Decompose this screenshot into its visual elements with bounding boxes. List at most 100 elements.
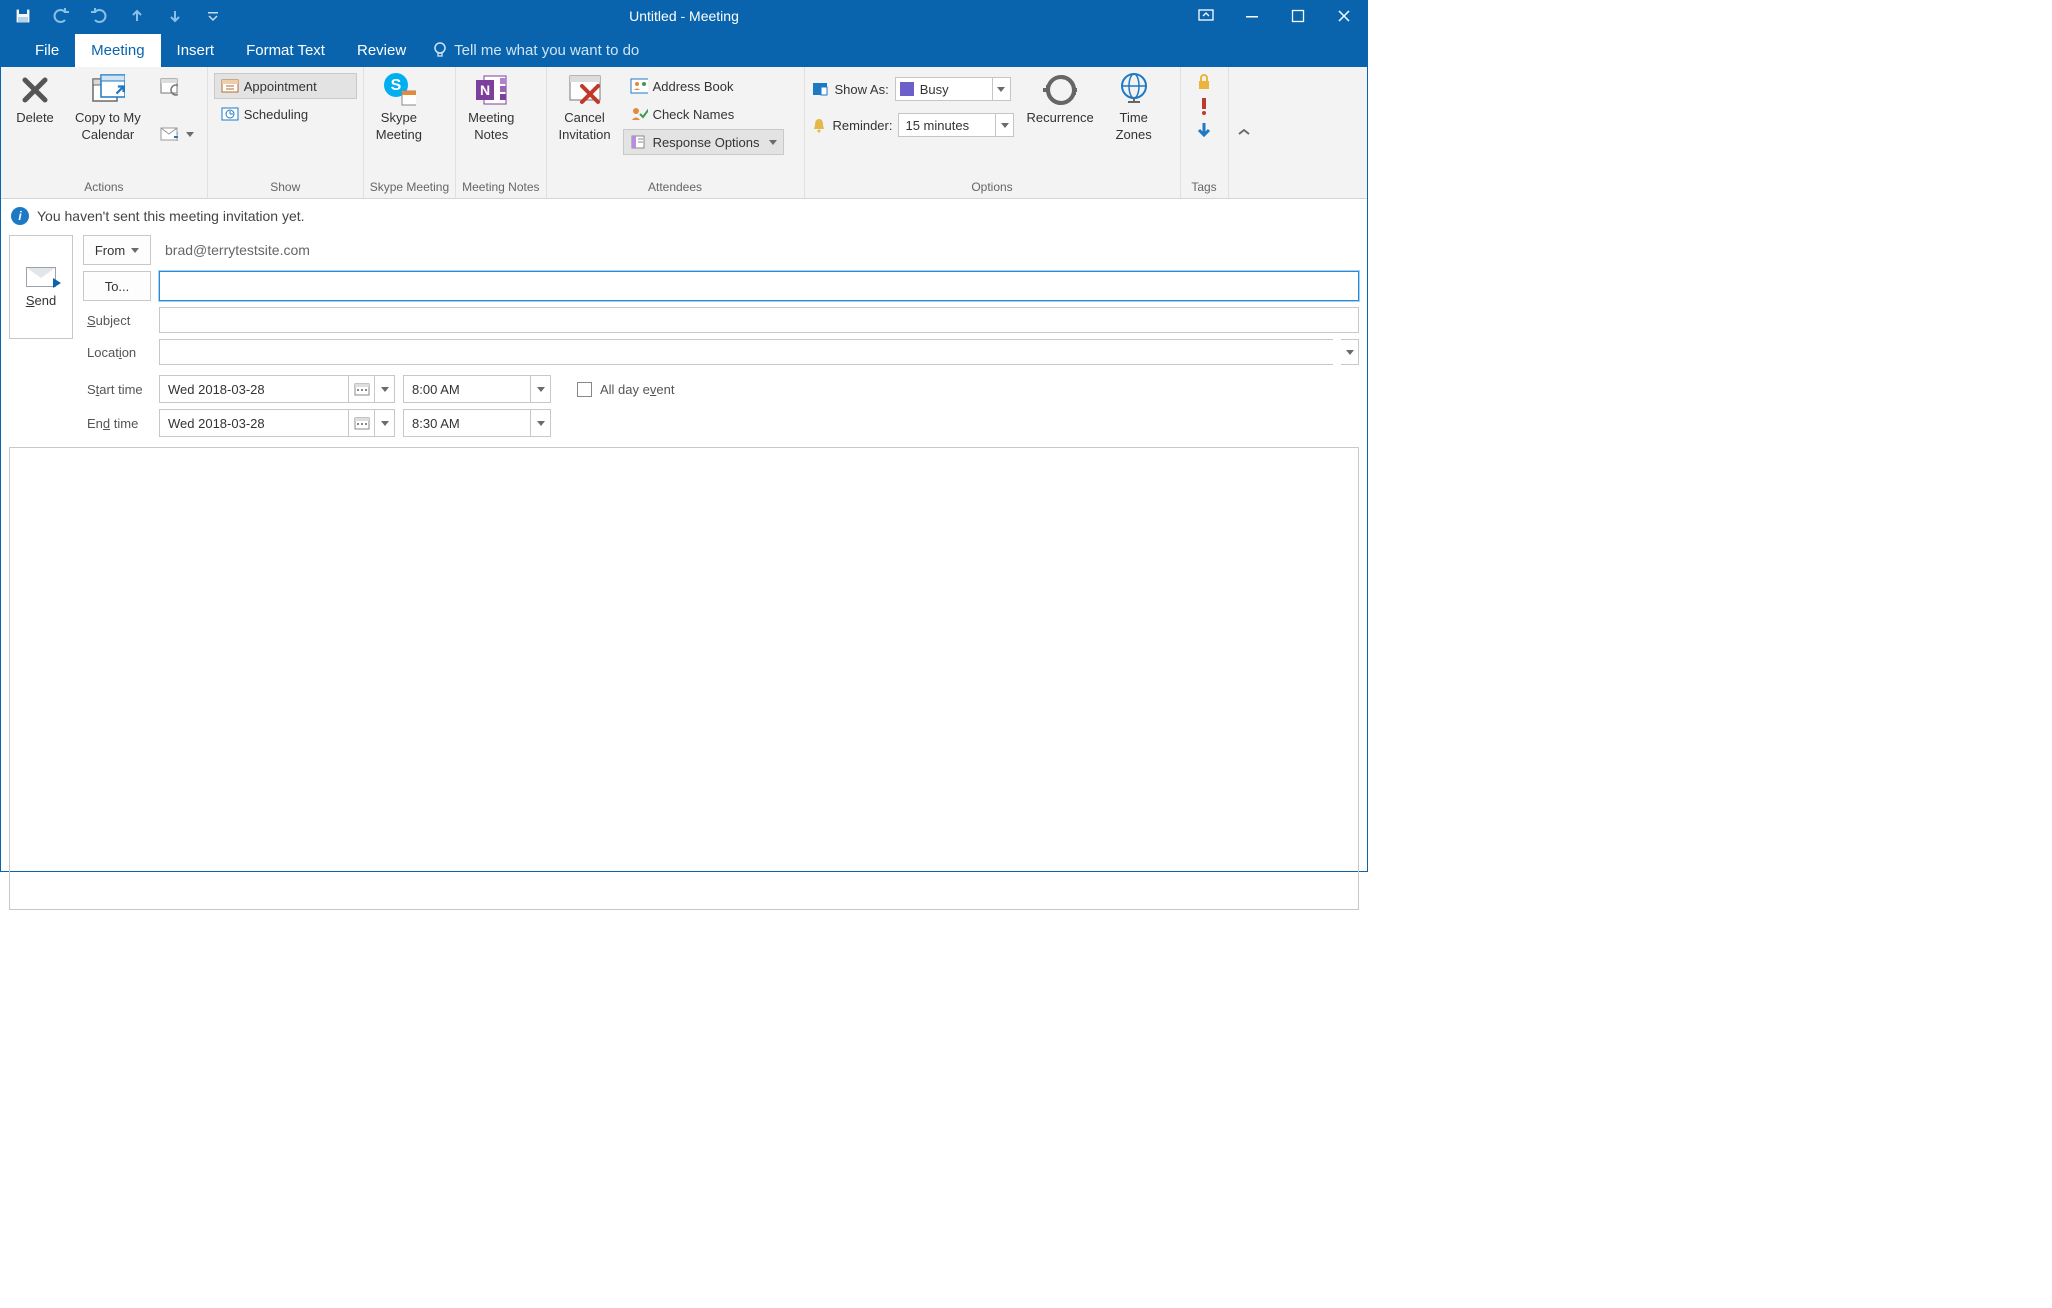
start-time-label: Start time: [83, 382, 151, 397]
show-as-dropdown[interactable]: Busy: [895, 77, 1011, 101]
ribbon-tabs: File Meeting Insert Format Text Review T…: [1, 31, 1367, 67]
check-names-icon: [630, 105, 648, 123]
time-zones-button[interactable]: Time Zones: [1106, 71, 1162, 145]
calendar-copy-icon: [91, 73, 125, 107]
reminder-label: Reminder:: [833, 118, 893, 133]
tab-format-text[interactable]: Format Text: [230, 34, 341, 67]
location-label: Location: [83, 345, 151, 360]
lightbulb-icon: [432, 41, 448, 59]
delete-button[interactable]: Delete: [7, 71, 63, 128]
send-icon: [26, 267, 56, 287]
group-label-skype: Skype Meeting: [370, 178, 449, 196]
onenote-icon: N: [474, 73, 508, 107]
from-value: brad@terrytestsite.com: [159, 242, 310, 258]
start-date-picker[interactable]: Wed 2018-03-28: [159, 375, 395, 403]
meeting-notes-button[interactable]: N Meeting Notes: [462, 71, 520, 145]
window-controls: [1183, 1, 1367, 31]
show-as-icon: [811, 81, 829, 97]
tell-me-search[interactable]: Tell me what you want to do: [422, 33, 649, 67]
forward-icon: [160, 125, 178, 143]
location-dropdown-button[interactable]: [1341, 339, 1359, 365]
tell-me-label: Tell me what you want to do: [454, 42, 639, 59]
titlebar: Untitled - Meeting: [1, 1, 1367, 31]
ribbon: Delete Copy to My Calendar Actions Appoi…: [1, 67, 1367, 199]
qat-customize-icon[interactable]: [201, 4, 225, 28]
info-bar: i You haven't sent this meeting invitati…: [1, 199, 1367, 229]
appointment-button[interactable]: Appointment: [214, 73, 357, 99]
group-label-tags: Tags: [1187, 178, 1222, 196]
tab-meeting[interactable]: Meeting: [75, 34, 160, 67]
cancel-invitation-icon: [568, 73, 602, 107]
previous-item-icon[interactable]: [125, 4, 149, 28]
svg-text:S: S: [391, 77, 402, 94]
group-label-notes: Meeting Notes: [462, 178, 539, 196]
address-book-icon: [630, 77, 648, 95]
calendar-search-icon: [160, 77, 178, 95]
all-day-checkbox[interactable]: [577, 382, 592, 397]
chevron-down-icon[interactable]: [374, 410, 394, 436]
forward-button[interactable]: [153, 121, 201, 147]
end-time-label: End time: [83, 416, 151, 431]
private-icon[interactable]: [1195, 73, 1213, 91]
chevron-down-icon[interactable]: [530, 410, 550, 436]
info-text: You haven't sent this meeting invitation…: [37, 208, 305, 224]
close-button[interactable]: [1321, 1, 1367, 31]
chevron-down-icon[interactable]: [530, 376, 550, 402]
redo-icon[interactable]: [87, 4, 111, 28]
tab-review[interactable]: Review: [341, 34, 422, 67]
copy-to-my-calendar-button[interactable]: Copy to My Calendar: [69, 71, 147, 145]
svg-text:N: N: [480, 82, 490, 98]
recurrence-button[interactable]: Recurrence: [1020, 71, 1099, 128]
skype-meeting-button[interactable]: S Skype Meeting: [370, 71, 428, 145]
scheduling-icon: [221, 105, 239, 123]
to-button[interactable]: To...: [83, 271, 151, 301]
low-importance-icon[interactable]: [1196, 121, 1212, 139]
response-options-icon: [630, 133, 648, 151]
meeting-form: Send From brad@terrytestsite.com To... S…: [1, 229, 1367, 441]
check-names-button[interactable]: Check Names: [623, 101, 784, 127]
recurrence-icon: [1043, 73, 1077, 107]
subject-input[interactable]: [159, 307, 1359, 333]
subject-label: Subject: [83, 313, 151, 328]
group-label-attendees: Attendees: [553, 178, 798, 196]
collapse-ribbon-button[interactable]: [1229, 67, 1259, 198]
meeting-body-editor[interactable]: [9, 447, 1359, 910]
address-book-button[interactable]: Address Book: [623, 73, 784, 99]
tab-insert[interactable]: Insert: [161, 34, 231, 67]
maximize-button[interactable]: [1275, 1, 1321, 31]
undo-icon[interactable]: [49, 4, 73, 28]
end-time-picker[interactable]: 8:30 AM: [403, 409, 551, 437]
cancel-invitation-button[interactable]: Cancel Invitation: [553, 71, 617, 145]
ribbon-display-icon[interactable]: [1183, 1, 1229, 31]
window-title: Untitled - Meeting: [629, 8, 739, 24]
from-button[interactable]: From: [83, 235, 151, 265]
group-label-actions: Actions: [7, 178, 201, 196]
send-button[interactable]: Send: [9, 235, 73, 339]
chevron-down-icon[interactable]: [374, 376, 394, 402]
group-label-show: Show: [214, 178, 357, 196]
save-icon[interactable]: [11, 4, 35, 28]
response-options-button[interactable]: Response Options: [623, 129, 784, 155]
quick-access-toolbar: [1, 1, 225, 31]
show-as-label: Show As:: [835, 82, 889, 97]
to-input[interactable]: [159, 271, 1359, 301]
reminder-icon: [811, 117, 827, 133]
location-input[interactable]: [159, 339, 1333, 365]
calendar-icon[interactable]: [348, 410, 374, 436]
start-time-picker[interactable]: 8:00 AM: [403, 375, 551, 403]
next-item-icon[interactable]: [163, 4, 187, 28]
minimize-button[interactable]: [1229, 1, 1275, 31]
reminder-dropdown[interactable]: 15 minutes: [898, 113, 1014, 137]
skype-icon: S: [382, 73, 416, 107]
group-label-options: Options: [811, 178, 1174, 196]
end-date-picker[interactable]: Wed 2018-03-28: [159, 409, 395, 437]
busy-swatch: [900, 82, 914, 96]
tab-file[interactable]: File: [19, 34, 75, 67]
scheduling-button[interactable]: Scheduling: [214, 101, 357, 127]
delete-icon: [18, 73, 52, 107]
calendar-view-button[interactable]: [153, 73, 201, 99]
calendar-icon[interactable]: [348, 376, 374, 402]
info-icon: i: [11, 207, 29, 225]
appointment-icon: [221, 77, 239, 95]
high-importance-icon[interactable]: [1197, 97, 1211, 115]
